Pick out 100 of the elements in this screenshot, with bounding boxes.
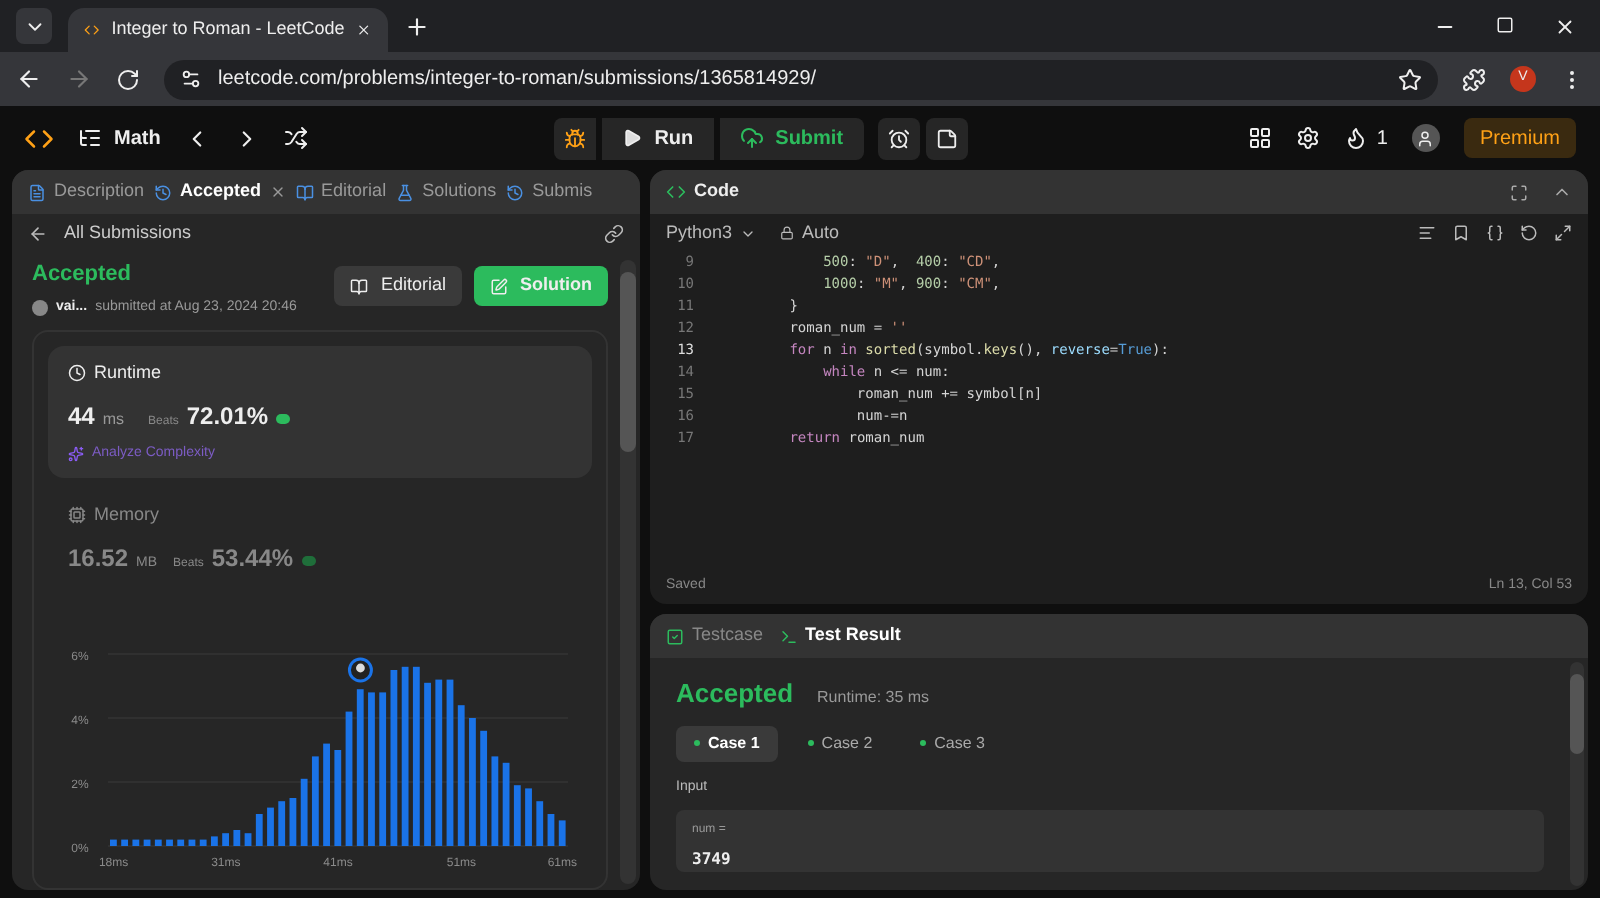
memory-title: Memory xyxy=(94,502,160,528)
histogram-bar xyxy=(188,839,196,846)
reset-icon[interactable] xyxy=(1520,224,1538,242)
browser-tab[interactable]: Integer to Roman - LeetCode xyxy=(68,8,388,52)
histogram-bar xyxy=(480,730,488,846)
panel-tab[interactable]: Editorial xyxy=(295,178,387,206)
expand-icon[interactable] xyxy=(1554,224,1572,242)
result-tab[interactable]: Testcase xyxy=(666,622,764,650)
site-settings-icon[interactable] xyxy=(180,68,202,90)
result-runtime: Runtime: 35 ms xyxy=(817,686,930,710)
tab-icon xyxy=(506,183,525,201)
result-tab[interactable]: Test Result xyxy=(779,622,901,650)
bookmark-icon[interactable] xyxy=(1452,224,1470,242)
language-select[interactable]: Python3 xyxy=(666,219,757,247)
histogram-bar xyxy=(121,839,129,846)
histogram-bar xyxy=(110,839,117,846)
fullscreen-icon[interactable] xyxy=(1510,183,1528,201)
debug-button[interactable] xyxy=(554,117,597,159)
timer-button[interactable] xyxy=(877,117,920,159)
play-icon xyxy=(622,128,643,148)
streak-counter[interactable]: 1 xyxy=(1344,123,1388,153)
close-window-icon[interactable] xyxy=(1554,16,1576,38)
all-submissions-link[interactable]: All Submissions xyxy=(64,220,588,248)
runtime-title: Runtime xyxy=(94,360,162,386)
shuffle-icon[interactable] xyxy=(284,126,309,150)
histogram-bar xyxy=(211,836,218,846)
note-icon xyxy=(935,127,958,149)
histogram-bar xyxy=(143,839,151,846)
badge-icon xyxy=(301,555,316,565)
problem-list-button[interactable]: Math xyxy=(78,123,161,153)
checkbox-icon xyxy=(666,627,684,645)
back-icon[interactable] xyxy=(16,66,42,92)
code-panel-title: Code xyxy=(694,178,741,205)
histogram-bar xyxy=(154,839,162,846)
user-avatar-icon xyxy=(32,299,48,316)
histogram-bar xyxy=(457,705,465,846)
leetcode-logo-icon xyxy=(84,20,100,40)
histogram-bar xyxy=(502,762,510,846)
premium-button[interactable]: Premium xyxy=(1463,118,1576,158)
histogram-bar xyxy=(166,839,173,846)
histogram-bar xyxy=(222,833,229,846)
histogram-bar xyxy=(469,718,476,846)
book-icon xyxy=(350,277,369,295)
back-arrow-icon[interactable] xyxy=(28,224,48,244)
case-tab[interactable]: Case 2 xyxy=(789,725,891,761)
reload-icon[interactable] xyxy=(116,67,140,91)
extensions-icon[interactable] xyxy=(1462,67,1486,91)
settings-icon[interactable] xyxy=(1296,126,1321,150)
histogram-bar xyxy=(513,785,521,846)
cloud-upload-icon xyxy=(739,126,764,150)
code-icon xyxy=(666,182,686,202)
histogram-bar xyxy=(345,711,353,846)
histogram-bar xyxy=(547,814,555,846)
new-tab-icon[interactable] xyxy=(404,14,430,40)
sparkles-icon xyxy=(68,445,84,462)
braces-icon[interactable] xyxy=(1486,224,1504,242)
url-text: leetcode.com/problems/integer-to-roman/submissions/1365814929/ xyxy=(218,66,819,94)
clock-icon xyxy=(68,364,86,383)
layout-icon[interactable] xyxy=(1248,126,1273,150)
histogram-bar xyxy=(132,839,140,846)
status-accepted: Accepted xyxy=(32,260,134,290)
result-status: Accepted xyxy=(676,676,794,712)
panel-tab[interactable]: Solutions xyxy=(396,178,497,206)
notes-button[interactable] xyxy=(925,117,968,159)
terminal-icon xyxy=(779,627,798,645)
auto-mode-toggle[interactable]: Auto xyxy=(780,219,840,247)
memory-value: 16.52 xyxy=(68,541,129,575)
close-tab-icon[interactable] xyxy=(269,184,286,200)
histogram-bar xyxy=(536,801,544,846)
histogram-bar xyxy=(278,801,286,846)
case-tab[interactable]: Case 3 xyxy=(902,725,1004,761)
address-bar[interactable]: leetcode.com/problems/integer-to-roman/submissions/1365814929/ xyxy=(164,59,1438,99)
user-avatar[interactable] xyxy=(1411,124,1440,152)
case-tab[interactable]: Case 1 xyxy=(676,725,778,761)
histogram-bar xyxy=(289,798,297,846)
tab-search-button[interactable] xyxy=(16,8,52,44)
panel-tab[interactable]: Accepted xyxy=(154,178,286,206)
restore-icon[interactable] xyxy=(1496,16,1514,34)
browser-tab-title: Integer to Roman - LeetCode xyxy=(111,16,345,43)
submit-button[interactable]: Submit xyxy=(719,117,864,159)
badge-icon xyxy=(276,413,291,423)
user-silhouette-icon xyxy=(1416,129,1435,147)
histogram-bar xyxy=(233,830,241,846)
editorial-button[interactable]: Editorial xyxy=(334,266,462,306)
forward-icon[interactable] xyxy=(66,66,92,92)
memory-icon xyxy=(68,506,86,525)
run-button[interactable]: Run xyxy=(602,117,714,159)
panel-tab[interactable]: Description xyxy=(28,178,145,206)
histogram-bar xyxy=(199,839,207,846)
link-icon[interactable] xyxy=(604,224,624,244)
close-icon[interactable] xyxy=(356,20,372,40)
input-value: 3749 xyxy=(692,848,733,872)
bookmark-star-icon[interactable] xyxy=(1398,67,1422,91)
runtime-unit: ms xyxy=(102,407,125,431)
runtime-value: 44 xyxy=(68,399,95,433)
histogram-bar xyxy=(177,839,185,846)
format-icon[interactable] xyxy=(1418,224,1436,242)
panel-tab[interactable]: Submis xyxy=(506,178,593,206)
histogram-bar xyxy=(255,814,263,846)
tab-icon xyxy=(28,183,46,201)
